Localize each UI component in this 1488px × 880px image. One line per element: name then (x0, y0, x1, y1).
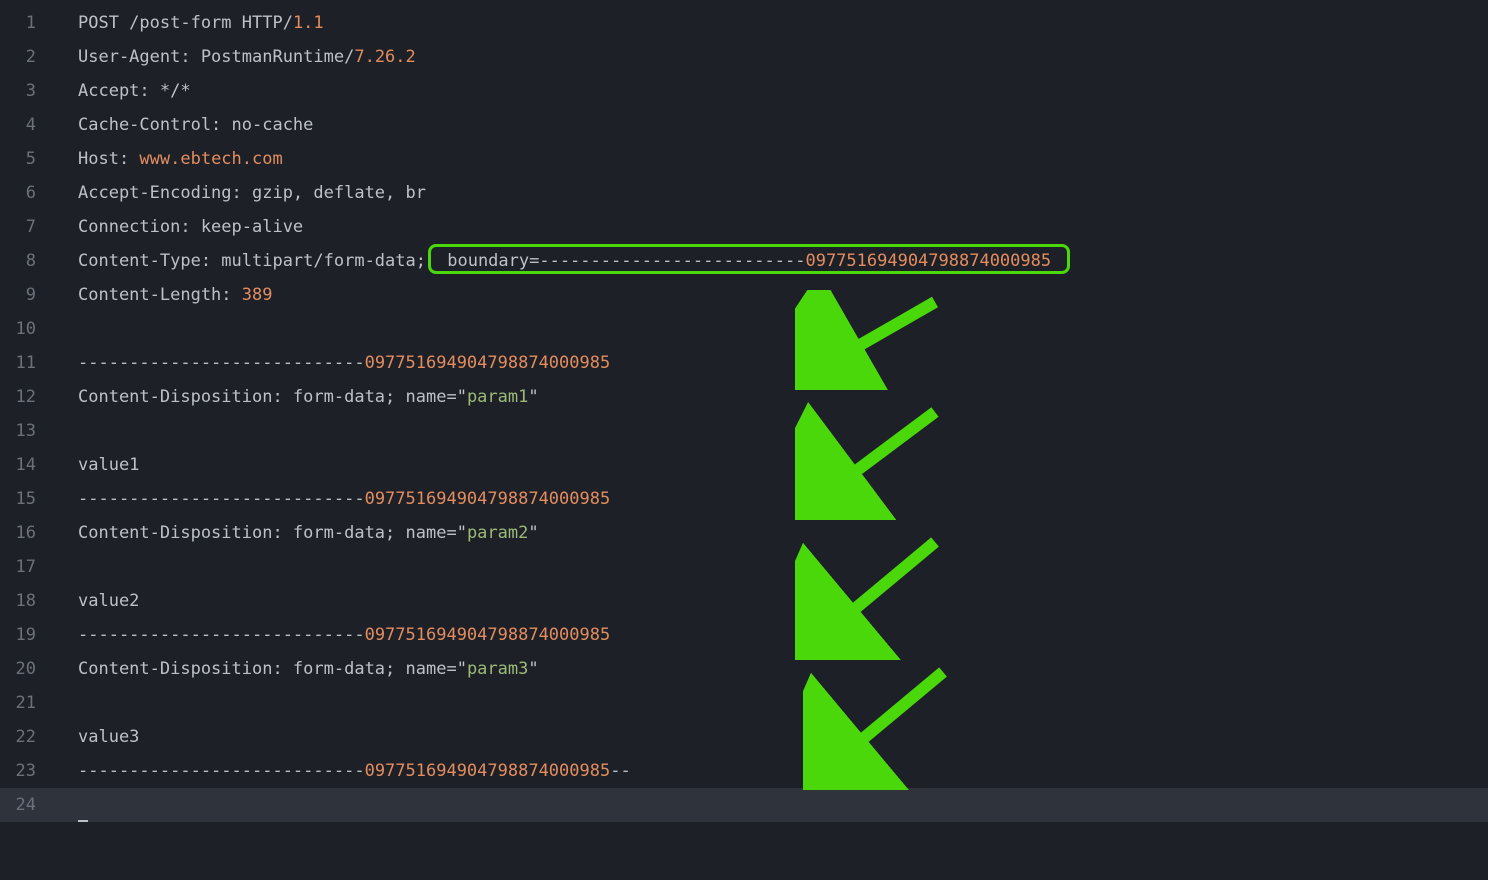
code-line[interactable]: 21 (0, 686, 1488, 720)
code-line[interactable]: 11 ----------------------------097751694… (0, 346, 1488, 380)
code-content: value2 (54, 584, 139, 618)
code-line[interactable]: 9 Content-Length: 389 (0, 278, 1488, 312)
code-content: Content-Length: 389 (54, 278, 272, 312)
code-line[interactable]: 23 ----------------------------097751694… (0, 754, 1488, 788)
code-content: Content-Type: multipart/form-data; bound… (54, 244, 1070, 278)
line-number: 2 (0, 40, 54, 74)
code-content: ----------------------------097751694904… (54, 346, 610, 380)
line-number: 23 (0, 754, 54, 788)
code-content: Content-Disposition: form-data; name="pa… (54, 380, 539, 414)
code-content: ----------------------------097751694904… (54, 754, 631, 788)
code-line[interactable]: 2 User-Agent: PostmanRuntime/7.26.2 (0, 40, 1488, 74)
line-number: 3 (0, 74, 54, 108)
code-content: Connection: keep-alive (54, 210, 303, 244)
line-number: 5 (0, 142, 54, 176)
cursor-icon (78, 802, 88, 822)
code-content: ----------------------------097751694904… (54, 482, 610, 516)
code-content: value1 (54, 448, 139, 482)
code-content (54, 788, 88, 822)
code-line[interactable]: 10 (0, 312, 1488, 346)
line-number: 17 (0, 550, 54, 584)
line-number: 24 (0, 788, 54, 822)
annotation-box: boundary=--------------------------09775… (428, 244, 1070, 274)
code-editor[interactable]: 1 POST /post-form HTTP/1.1 2 User-Agent:… (0, 0, 1488, 822)
code-line[interactable]: 13 (0, 414, 1488, 448)
code-content: ----------------------------097751694904… (54, 618, 610, 652)
code-line[interactable]: 15 ----------------------------097751694… (0, 482, 1488, 516)
line-number: 4 (0, 108, 54, 142)
line-number: 16 (0, 516, 54, 550)
code-content: Accept: */* (54, 74, 191, 108)
line-number: 9 (0, 278, 54, 312)
code-line[interactable]: 3 Accept: */* (0, 74, 1488, 108)
line-number: 20 (0, 652, 54, 686)
line-number: 15 (0, 482, 54, 516)
code-content: Cache-Control: no-cache (54, 108, 313, 142)
line-number: 7 (0, 210, 54, 244)
code-line[interactable]: 16 Content-Disposition: form-data; name=… (0, 516, 1488, 550)
code-content: Host: www.ebtech.com (54, 142, 283, 176)
line-number: 12 (0, 380, 54, 414)
line-number: 19 (0, 618, 54, 652)
line-number: 1 (0, 6, 54, 40)
code-line[interactable]: 12 Content-Disposition: form-data; name=… (0, 380, 1488, 414)
line-number: 14 (0, 448, 54, 482)
line-number: 18 (0, 584, 54, 618)
code-line[interactable]: 6 Accept-Encoding: gzip, deflate, br (0, 176, 1488, 210)
code-content: Content-Disposition: form-data; name="pa… (54, 652, 539, 686)
code-line[interactable]: 19 ----------------------------097751694… (0, 618, 1488, 652)
code-line-active[interactable]: 24 (0, 788, 1488, 822)
line-number: 11 (0, 346, 54, 380)
code-line[interactable]: 5 Host: www.ebtech.com (0, 142, 1488, 176)
code-line[interactable]: 20 Content-Disposition: form-data; name=… (0, 652, 1488, 686)
code-line[interactable]: 4 Cache-Control: no-cache (0, 108, 1488, 142)
line-number: 8 (0, 244, 54, 278)
code-content: value3 (54, 720, 139, 754)
code-line[interactable]: 17 (0, 550, 1488, 584)
line-number: 22 (0, 720, 54, 754)
line-number: 21 (0, 686, 54, 720)
code-content: Accept-Encoding: gzip, deflate, br (54, 176, 426, 210)
code-line[interactable]: 7 Connection: keep-alive (0, 210, 1488, 244)
line-number: 6 (0, 176, 54, 210)
code-line[interactable]: 22 value3 (0, 720, 1488, 754)
code-line[interactable]: 8 Content-Type: multipart/form-data; bou… (0, 244, 1488, 278)
line-number: 10 (0, 312, 54, 346)
code-line[interactable]: 14 value1 (0, 448, 1488, 482)
code-content: Content-Disposition: form-data; name="pa… (54, 516, 539, 550)
code-line[interactable]: 1 POST /post-form HTTP/1.1 (0, 6, 1488, 40)
code-line[interactable]: 18 value2 (0, 584, 1488, 618)
line-number: 13 (0, 414, 54, 448)
code-content: User-Agent: PostmanRuntime/7.26.2 (54, 40, 416, 74)
code-content: POST /post-form HTTP/1.1 (54, 6, 324, 40)
